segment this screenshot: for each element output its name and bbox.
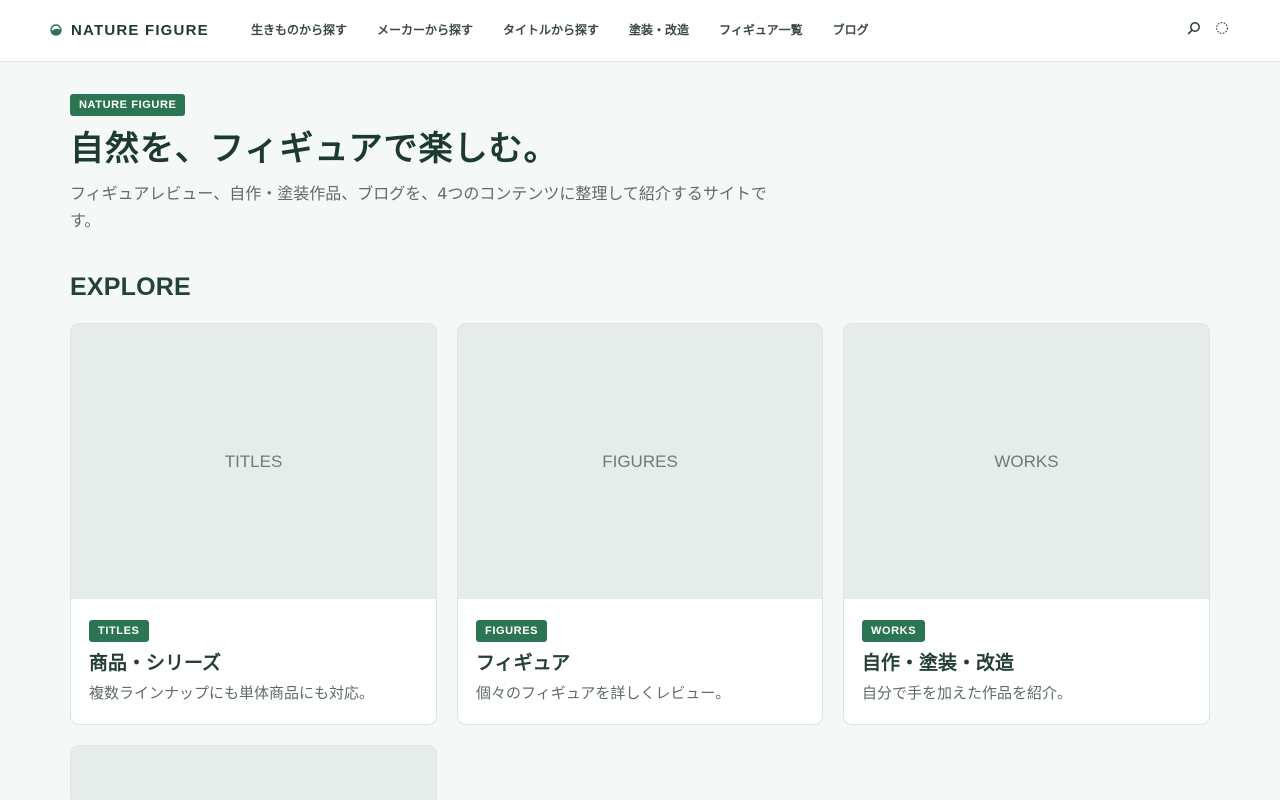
- card-thumbnail: TITLES: [71, 324, 436, 599]
- header-actions: [1186, 20, 1230, 36]
- card-description: 複数ラインナップにも単体商品にも対応。: [89, 684, 375, 702]
- main-nav: 生きものから探す メーカーから探す タイトルから探す 塗装・改造 フィギュア一覧…: [251, 21, 869, 38]
- thumbnail-label: WORKS: [994, 451, 1059, 471]
- card-badge: TITLES: [89, 620, 149, 642]
- nav-item-blog[interactable]: ブログ: [833, 21, 869, 38]
- nav-item-creatures[interactable]: 生きものから探す: [251, 21, 347, 38]
- hero-description: フィギュアレビュー、自作・塗装作品、ブログを、4つのコンテンツに整理して紹介する…: [70, 184, 767, 230]
- brand-logo-link[interactable]: NATURE FIGURE: [50, 19, 209, 41]
- card-badge: FIGURES: [476, 620, 548, 642]
- card-description: 個々のフィギュアを詳しくレビュー。: [476, 684, 731, 702]
- explore-heading: EXPLORE: [70, 273, 191, 301]
- brand-name: NATURE FIGURE: [71, 21, 209, 39]
- site-header: NATURE FIGURE 生きものから探す メーカーから探す タイトルから探す…: [0, 0, 1280, 62]
- card-works[interactable]: WORKS WORKS 自作・塗装・改造 自分で手を加えた作品を紹介。: [843, 323, 1210, 725]
- card-title: フィギュア: [476, 652, 571, 674]
- card-thumbnail: FIGURES: [458, 324, 822, 599]
- card-badge: WORKS: [862, 620, 926, 642]
- card-title: 自作・塗装・改造: [862, 652, 1015, 674]
- nav-item-titles[interactable]: タイトルから探す: [503, 21, 599, 38]
- search-icon[interactable]: [1186, 20, 1202, 36]
- card-thumbnail: [71, 746, 436, 800]
- card-description: 自分で手を加えた作品を紹介。: [862, 684, 1073, 702]
- theme-toggle-icon[interactable]: [1214, 20, 1230, 36]
- card-figures[interactable]: FIGURES FIGURES フィギュア 個々のフィギュアを詳しくレビュー。: [457, 323, 823, 725]
- thumbnail-label: TITLES: [224, 451, 283, 471]
- card-partial[interactable]: [70, 745, 437, 800]
- nav-item-makers[interactable]: メーカーから探す: [377, 21, 473, 38]
- hero-title: 自然を、フィギュアで楽しむ。: [70, 129, 559, 169]
- nav-item-figure-list[interactable]: フィギュア一覧: [719, 21, 803, 38]
- thumbnail-label: FIGURES: [602, 451, 678, 471]
- card-thumbnail: WORKS: [844, 324, 1209, 599]
- nav-item-painting[interactable]: 塗装・改造: [629, 21, 689, 38]
- card-titles[interactable]: TITLES TITLES 商品・シリーズ 複数ラインナップにも単体商品にも対応…: [70, 323, 437, 725]
- hero-badge: NATURE FIGURE: [70, 94, 186, 116]
- card-title: 商品・シリーズ: [89, 652, 222, 674]
- leaf-circle-icon: [50, 24, 62, 36]
